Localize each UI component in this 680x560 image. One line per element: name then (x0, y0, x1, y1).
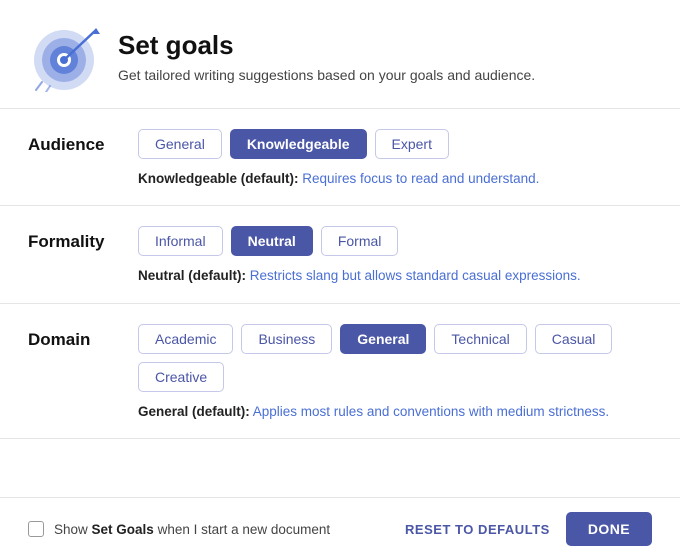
formality-desc-text: Restricts slang but allows standard casu… (246, 268, 581, 283)
page-title: Set goals (118, 30, 535, 61)
domain-business-button[interactable]: Business (241, 324, 332, 354)
checkbox-label-pre: Show (54, 522, 92, 537)
domain-general-button[interactable]: General (340, 324, 426, 354)
checkbox-label-bold: Set Goals (92, 522, 154, 537)
formality-formal-button[interactable]: Formal (321, 226, 399, 256)
domain-desc-strong: General (default): (138, 404, 250, 419)
footer: Show Set Goals when I start a new docume… (0, 497, 680, 560)
audience-section: Audience General Knowledgeable Expert Kn… (0, 109, 680, 206)
domain-academic-button[interactable]: Academic (138, 324, 233, 354)
formality-btn-group: Informal Neutral Formal (138, 226, 652, 256)
domain-technical-button[interactable]: Technical (434, 324, 526, 354)
page-description: Get tailored writing suggestions based o… (118, 67, 535, 83)
audience-label: Audience (28, 129, 138, 155)
domain-casual-button[interactable]: Casual (535, 324, 613, 354)
formality-informal-button[interactable]: Informal (138, 226, 223, 256)
formality-right: Informal Neutral Formal Neutral (default… (138, 226, 652, 286)
formality-description: Neutral (default): Restricts slang but a… (138, 266, 652, 286)
set-goals-page: Set goals Get tailored writing suggestio… (0, 0, 680, 560)
formality-neutral-button[interactable]: Neutral (231, 226, 313, 256)
audience-desc-text: Requires focus to read and understand. (299, 171, 540, 186)
audience-desc-strong: Knowledgeable (default): (138, 171, 299, 186)
domain-creative-button[interactable]: Creative (138, 362, 224, 392)
audience-general-button[interactable]: General (138, 129, 222, 159)
audience-btn-group: General Knowledgeable Expert (138, 129, 652, 159)
domain-desc-text: Applies most rules and conventions with … (250, 404, 609, 419)
domain-right: Academic Business General Technical Casu… (138, 324, 652, 422)
content: Audience General Knowledgeable Expert Kn… (0, 109, 680, 497)
target-icon (28, 20, 100, 92)
audience-knowledgeable-button[interactable]: Knowledgeable (230, 129, 367, 159)
audience-description: Knowledgeable (default): Requires focus … (138, 169, 652, 189)
audience-right: General Knowledgeable Expert Knowledgeab… (138, 129, 652, 189)
formality-desc-strong: Neutral (default): (138, 268, 246, 283)
audience-expert-button[interactable]: Expert (375, 129, 449, 159)
footer-right: RESET TO DEFAULTS DONE (405, 512, 652, 546)
domain-section: Domain Academic Business General Technic… (0, 304, 680, 439)
header-text: Set goals Get tailored writing suggestio… (118, 30, 535, 83)
domain-label: Domain (28, 324, 138, 350)
done-button[interactable]: DONE (566, 512, 652, 546)
formality-label: Formality (28, 226, 138, 252)
domain-description: General (default): Applies most rules an… (138, 402, 652, 422)
show-goals-checkbox[interactable] (28, 521, 44, 537)
show-goals-label: Show Set Goals when I start a new docume… (54, 522, 330, 537)
checkbox-label-post: when I start a new document (154, 522, 330, 537)
footer-left: Show Set Goals when I start a new docume… (28, 521, 330, 537)
reset-to-defaults-button[interactable]: RESET TO DEFAULTS (405, 522, 550, 537)
header: Set goals Get tailored writing suggestio… (0, 0, 680, 109)
formality-section: Formality Informal Neutral Formal Neutra… (0, 206, 680, 303)
domain-btn-group: Academic Business General Technical Casu… (138, 324, 652, 392)
